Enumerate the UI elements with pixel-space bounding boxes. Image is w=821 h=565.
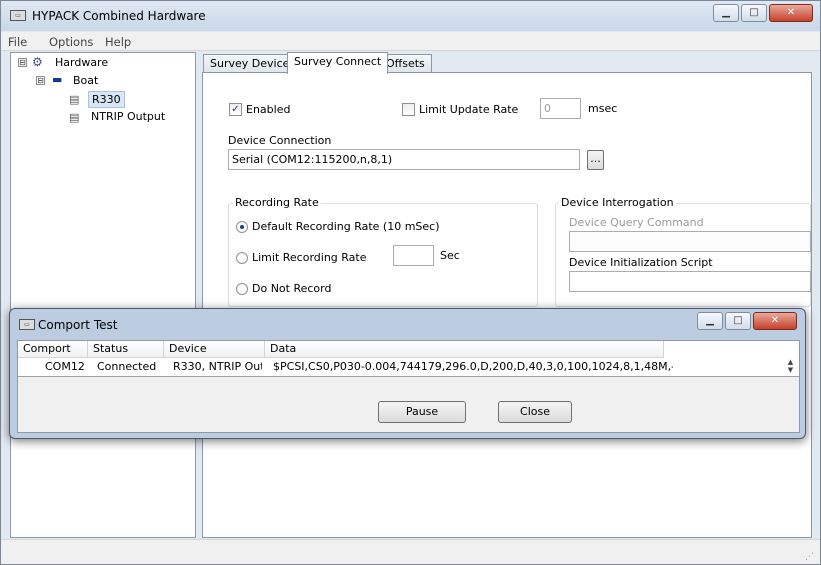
main-window: ▭ HYPACK Combined Hardware ▁ □ ✕ File Op… xyxy=(0,0,821,565)
default-recording-rate-radio[interactable] xyxy=(236,221,248,233)
dialog-icon: ▭ xyxy=(19,319,35,330)
collapse-hardware-icon[interactable]: ⊟ xyxy=(18,58,27,67)
update-rate-input[interactable]: 0 xyxy=(540,98,581,119)
boat-icon: ▬ xyxy=(52,73,63,86)
tree-item-ntrip-output[interactable]: NTRIP Output xyxy=(91,110,165,123)
tab-area: Survey Devices Survey Connect Offsets ✓ … xyxy=(199,52,814,539)
window-title: HYPACK Combined Hardware xyxy=(32,9,206,23)
column-header-status[interactable]: Status xyxy=(88,341,164,358)
cell-device: R330, NTRIP Outp xyxy=(173,360,262,373)
menu-bar: File Options Help xyxy=(1,32,820,51)
tab-survey-connect[interactable]: Survey Connect xyxy=(287,52,389,74)
sec-label: Sec xyxy=(440,249,460,262)
maximize-button[interactable]: □ xyxy=(741,4,767,22)
hardware-tree[interactable]: ⊟ ⚙ Hardware ⊟ ▬ Boat ▤ R330 ▤ NTRIP Out… xyxy=(10,52,196,538)
device-init-script-label: Device Initialization Script xyxy=(569,256,713,269)
limit-update-rate-label: Limit Update Rate xyxy=(419,103,519,116)
msec-label: msec xyxy=(588,102,618,115)
tree-item-boat[interactable]: Boat xyxy=(73,74,98,87)
menu-file[interactable]: File xyxy=(8,35,27,49)
limit-update-rate-checkbox[interactable] xyxy=(402,103,415,116)
table-row[interactable]: COM12 Connected R330, NTRIP Outp $PCSI,C… xyxy=(18,358,781,376)
dialog-title-bar[interactable] xyxy=(10,309,805,337)
device-icon: ▤ xyxy=(69,93,80,106)
pause-button[interactable]: Pause xyxy=(378,401,466,423)
status-bar: ⋰ xyxy=(1,539,820,564)
comport-test-dialog: ▭ Comport Test ▁ □ ✕ Comport Status Devi… xyxy=(9,308,806,439)
dialog-minimize-button[interactable]: ▁ xyxy=(697,312,723,330)
enabled-checkbox[interactable]: ✓ xyxy=(229,103,242,116)
dialog-close-button[interactable]: ✕ xyxy=(753,312,797,330)
device-connection-field[interactable]: Serial (COM12:115200,n,8,1) xyxy=(228,149,580,170)
dialog-maximize-button[interactable]: □ xyxy=(725,312,751,330)
device-query-input[interactable] xyxy=(569,231,811,252)
column-header-comport[interactable]: Comport xyxy=(18,341,88,358)
tree-item-hardware[interactable]: Hardware xyxy=(55,56,108,69)
device-interrogation-title: Device Interrogation xyxy=(559,196,676,209)
dialog-client: Comport Status Device Data COM12 Connect… xyxy=(17,340,800,433)
enabled-label: Enabled xyxy=(246,103,291,116)
app-icon: ▭ xyxy=(10,10,26,21)
menu-options[interactable]: Options xyxy=(49,35,93,49)
menu-help[interactable]: Help xyxy=(105,35,131,49)
collapse-boat-icon[interactable]: ⊟ xyxy=(36,76,45,85)
survey-connect-panel: ✓ Enabled Limit Update Rate 0 msec Devic… xyxy=(202,72,812,538)
device-connection-label: Device Connection xyxy=(228,134,332,147)
column-header-data[interactable]: Data xyxy=(265,341,664,358)
list-scroll-arrows-icon[interactable]: ▲ ▼ xyxy=(783,358,798,376)
comport-list[interactable]: Comport Status Device Data COM12 Connect… xyxy=(18,341,799,377)
device-init-script-input[interactable] xyxy=(569,271,811,292)
cell-comport: COM12 xyxy=(45,360,85,373)
tree-item-r330[interactable]: R330 xyxy=(88,91,125,108)
dialog-title: Comport Test xyxy=(38,318,118,332)
cell-status: Connected xyxy=(97,360,157,373)
limit-recording-rate-label: Limit Recording Rate xyxy=(252,251,367,264)
minimize-button[interactable]: ▁ xyxy=(713,4,739,22)
default-recording-rate-label: Default Recording Rate (10 mSec) xyxy=(252,220,440,233)
close-button[interactable]: ✕ xyxy=(769,4,813,22)
recording-rate-title: Recording Rate xyxy=(233,196,321,209)
cell-data: $PCSI,CS0,P030-0.004,744179,296.0,D,200,… xyxy=(273,360,673,373)
sec-input[interactable] xyxy=(393,245,434,266)
column-header-device[interactable]: Device xyxy=(164,341,265,358)
close-dialog-button[interactable]: Close xyxy=(498,401,572,423)
device-query-label: Device Query Command xyxy=(569,216,704,229)
browse-connection-button[interactable]: ... xyxy=(587,150,604,170)
device-icon: ▤ xyxy=(69,111,80,124)
do-not-record-label: Do Not Record xyxy=(252,282,332,295)
limit-recording-rate-radio[interactable] xyxy=(236,252,248,264)
hardware-icon: ⚙ xyxy=(32,55,43,69)
do-not-record-radio[interactable] xyxy=(236,283,248,295)
resize-grip-icon[interactable]: ⋰ xyxy=(805,552,814,562)
